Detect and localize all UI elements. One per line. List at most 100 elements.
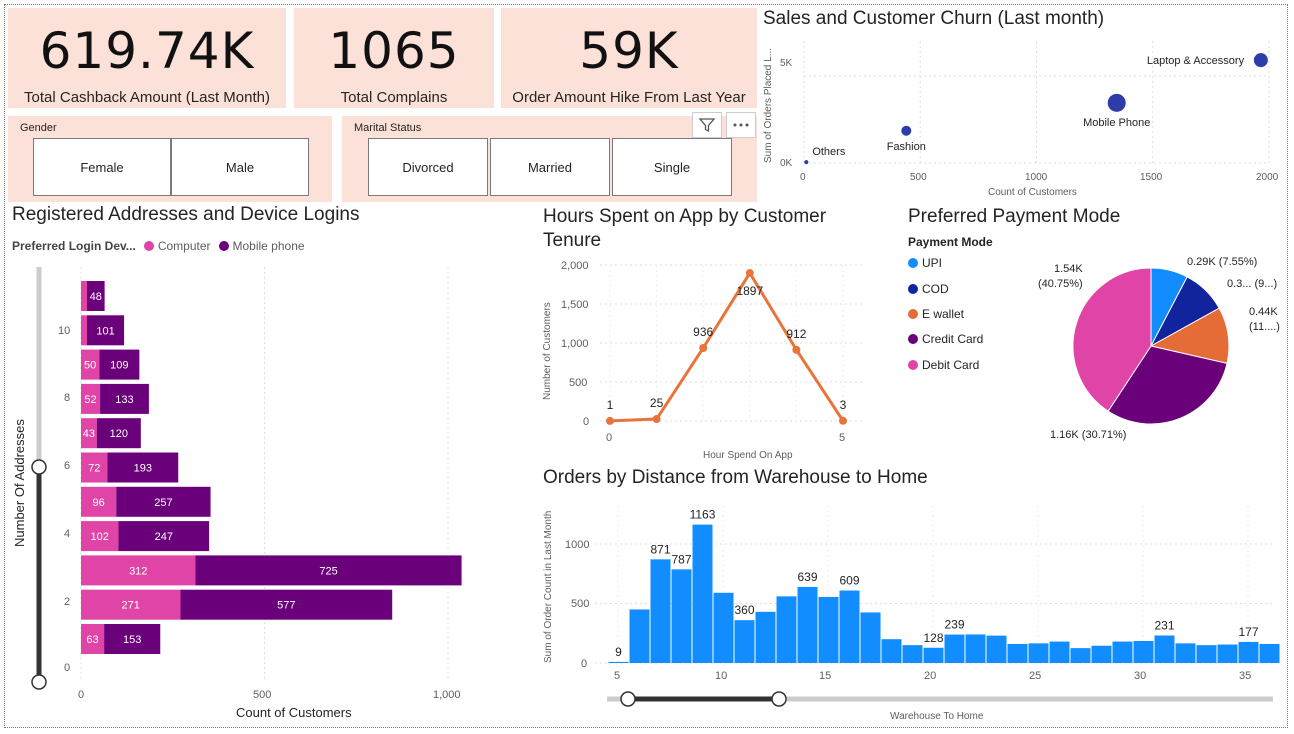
line-ytick-0: 0 xyxy=(583,416,589,428)
line-point-label-4: 912 xyxy=(786,327,806,341)
hist-bar-24 xyxy=(1007,643,1028,663)
scatter-chart[interactable]: Sum of Orders Placed L... 0K 5K 0 500 10… xyxy=(760,35,1285,205)
bar-computer-label-2: 271 xyxy=(122,600,140,612)
legend-upi[interactable]: UPI xyxy=(908,256,942,270)
line-point-2 xyxy=(699,343,708,352)
legend-cod-marker xyxy=(908,284,918,294)
more-options-icon[interactable] xyxy=(726,112,756,138)
bar-computer-label-7: 43 xyxy=(83,428,95,440)
line-xlabel: Hour Spend On App xyxy=(703,450,793,461)
marital-option-married[interactable]: Married xyxy=(490,138,610,196)
hist-bar-18 xyxy=(881,639,902,663)
hist-xtick-15: 15 xyxy=(819,670,831,682)
hist-range-handle-right[interactable] xyxy=(771,691,787,707)
hist-xtick-20: 20 xyxy=(924,670,936,682)
line-point-label-3: 1897 xyxy=(736,284,763,298)
kpi-card-complains[interactable]: 1065 Total Complains xyxy=(294,8,494,108)
bar-legend: Preferred Login Dev... Computer Mobile p… xyxy=(12,239,305,253)
hist-bar-36 xyxy=(1259,643,1280,663)
hist-bar-label-35: 177 xyxy=(1238,625,1258,639)
line-point-label-0: 1 xyxy=(607,398,614,412)
line-point-4 xyxy=(792,345,801,354)
hist-bar-22 xyxy=(965,634,986,663)
line-ytick-1000: 1,000 xyxy=(561,338,589,350)
hist-bar-32 xyxy=(1175,643,1196,663)
distance-histogram[interactable]: Sum of Order Count in Last Month 1000 50… xyxy=(535,495,1285,727)
line-series-path xyxy=(609,270,845,423)
hist-bar-19 xyxy=(902,645,923,663)
bar-computer-label-8: 52 xyxy=(84,394,96,406)
legend-ewallet[interactable]: E wallet xyxy=(908,307,964,321)
kpi-card-order-hike[interactable]: 59K Order Amount Hike From Last Year xyxy=(501,8,757,108)
bar-mobile-label-6: 193 xyxy=(134,463,152,475)
hist-bar-30 xyxy=(1133,640,1154,663)
hist-bar-17 xyxy=(860,612,881,663)
marital-option-single[interactable]: Single xyxy=(612,138,732,196)
legend-computer-label[interactable]: Computer xyxy=(158,239,211,253)
bar-ytick-10: 10 xyxy=(58,325,70,337)
hist-bar-21 xyxy=(944,634,965,663)
payment-pie-chart[interactable]: 0.29K (7.55%) 0.3... (9...) 0.44K (11...… xyxy=(1030,255,1290,450)
legend-debit-card[interactable]: Debit Card xyxy=(908,358,979,372)
hist-bar-label-5: 9 xyxy=(615,645,622,659)
hist-bar-27 xyxy=(1070,648,1091,663)
legend-ewallet-marker xyxy=(908,309,918,319)
legend-computer-marker xyxy=(143,241,154,251)
bar-mobile-label-9: 109 xyxy=(110,360,128,372)
bar-xlabel: Count of Customers xyxy=(236,705,352,720)
bar-legend-title: Preferred Login Dev... xyxy=(12,239,136,253)
line-ytick-1500: 1,500 xyxy=(561,299,589,311)
kpi-label-cashback: Total Cashback Amount (Last Month) xyxy=(24,89,270,106)
scatter-point-label-2: Mobile Phone xyxy=(1083,117,1150,129)
hist-bar-10 xyxy=(713,592,734,663)
pie-label-ewallet-1: 0.44K xyxy=(1249,306,1278,318)
addresses-bar-chart[interactable]: Number Of Addresses 10 8 6 4 2 0 48 101 50… xyxy=(8,262,508,722)
range-slider-handle-bottom[interactable] xyxy=(31,674,47,690)
pie-chart-title: Preferred Payment Mode xyxy=(908,206,1121,227)
scatter-ytick-0: 0K xyxy=(780,158,793,169)
gender-option-male[interactable]: Male xyxy=(171,138,309,196)
kpi-label-complains: Total Complains xyxy=(340,89,448,106)
range-slider-handle-top[interactable] xyxy=(31,459,47,475)
kpi-label-order-hike: Order Amount Hike From Last Year xyxy=(512,89,746,106)
bar-xtick-0: 0 xyxy=(78,689,84,701)
hist-bar-9 xyxy=(692,524,713,663)
line-point-label-2: 936 xyxy=(693,325,713,339)
bar-chart-title: Registered Addresses and Device Logins xyxy=(12,204,360,225)
bar-xtick-1: 500 xyxy=(253,689,271,701)
legend-credit-card[interactable]: Credit Card xyxy=(908,332,983,346)
bar-ylabel: Number Of Addresses xyxy=(12,419,27,547)
line-point-label-5: 3 xyxy=(840,398,847,412)
bar-mobile-label-11: 48 xyxy=(90,291,102,303)
line-ytick-500: 500 xyxy=(569,377,587,389)
pie-label-cod: 0.3... (9...) xyxy=(1227,278,1277,290)
scatter-point-0 xyxy=(804,160,809,165)
bar-computer-10 xyxy=(81,315,87,346)
legend-mobile-marker xyxy=(218,241,229,251)
hist-bar-6 xyxy=(629,609,650,663)
bar-ytick-4: 4 xyxy=(64,528,70,540)
legend-mobile-label[interactable]: Mobile phone xyxy=(233,239,305,253)
legend-cod[interactable]: COD xyxy=(908,282,949,296)
kpi-value-cashback: 619.74K xyxy=(39,22,255,80)
legend-upi-label: UPI xyxy=(922,256,943,270)
legend-credit-marker xyxy=(908,334,918,344)
kpi-card-cashback[interactable]: 619.74K Total Cashback Amount (Last Mont… xyxy=(8,8,286,108)
hist-bar-14 xyxy=(797,586,818,663)
pie-label-debit-1: 1.54K xyxy=(1054,263,1083,275)
filter-icon[interactable] xyxy=(692,112,722,138)
gender-slicer-title: Gender xyxy=(20,122,57,134)
hours-line-chart[interactable]: Number of Customers 2,000 1,500 1,000 50… xyxy=(535,255,895,465)
hist-bar-33 xyxy=(1196,645,1217,663)
bar-mobile-label-7: 120 xyxy=(110,428,128,440)
marital-option-divorced[interactable]: Divorced xyxy=(368,138,488,196)
pie-legend-title: Payment Mode xyxy=(908,235,993,249)
line-point-1 xyxy=(652,415,661,424)
hist-bar-35 xyxy=(1238,641,1259,663)
kpi-value-order-hike: 59K xyxy=(579,22,679,80)
scatter-ytick-1: 5K xyxy=(780,58,793,69)
gender-option-female[interactable]: Female xyxy=(33,138,171,196)
hist-bar-label-14: 639 xyxy=(797,570,817,584)
hist-range-handle-left[interactable] xyxy=(620,691,636,707)
hist-ylabel: Sum of Order Count in Last Month xyxy=(543,511,554,663)
